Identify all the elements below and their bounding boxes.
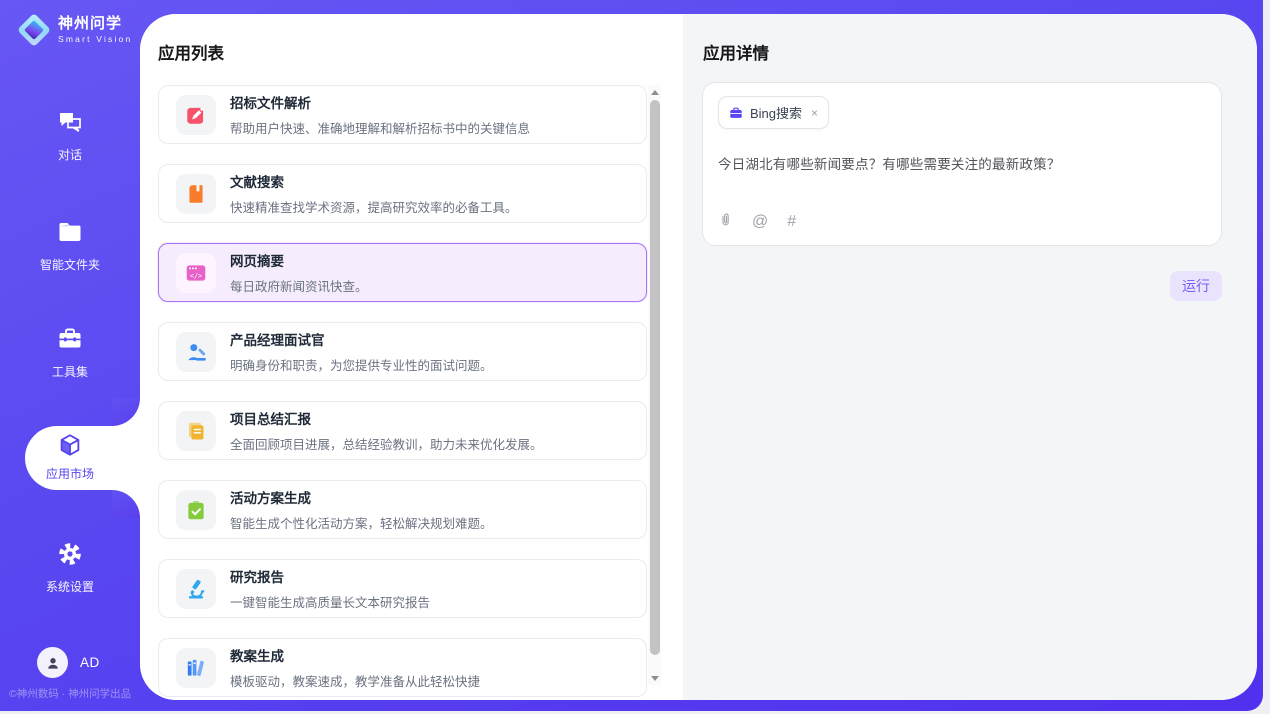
app-list-panel: 应用列表 招标文件解析 帮助用户快速、准确地理解和解析招标书中的关键信息 [140, 14, 683, 700]
avatar [37, 647, 68, 678]
tool-chip-label: Bing搜索 [750, 103, 802, 122]
sidebar-item-label: 工具集 [0, 363, 140, 380]
sidebar-item-label: 系统设置 [0, 578, 140, 595]
app-description: 帮助用户快速、准确地理解和解析招标书中的关键信息 [230, 118, 530, 137]
app-description: 快速精准查找学术资源，提高研究效率的必备工具。 [230, 197, 518, 216]
prompt-composer[interactable]: Bing搜索 × 今日湖北有哪些新闻要点？有哪些需要关注的最新政策？ @ # [702, 82, 1222, 246]
app-description: 全面回顾项目进展，总结经验教训，助力未来优化发展。 [230, 434, 543, 453]
app-name: 研究报告 [230, 566, 430, 586]
app-card-web-summary[interactable]: </> 网页摘要 每日政府新闻资讯快查。 [158, 243, 647, 302]
app-card-pm-interviewer[interactable]: 产品经理面试官 明确身份和职责，为您提供专业性的面试问题。 [158, 322, 647, 381]
scroll-down-arrow[interactable] [648, 671, 661, 685]
app-card-lesson-plan[interactable]: 教案生成 模板驱动，教案速成，教学准备从此轻松快捷 [158, 638, 647, 697]
app-card-literature-search[interactable]: 文献搜索 快速精准查找学术资源，提高研究效率的必备工具。 [158, 164, 647, 223]
app-window: 神州问学 Smart Vision 对话 智能文件夹 [0, 0, 1263, 711]
app-name: 教案生成 [230, 645, 480, 665]
paperclip-icon[interactable] [718, 211, 733, 232]
person-icon [44, 654, 62, 672]
brand-tagline: Smart Vision [58, 35, 132, 44]
sidebar: 神州问学 Smart Vision 对话 智能文件夹 [0, 0, 140, 711]
user-account[interactable]: AD [37, 647, 100, 678]
main-panel: 应用列表 招标文件解析 帮助用户快速、准确地理解和解析招标书中的关键信息 [140, 14, 1257, 700]
sidebar-item-label: 应用市场 [0, 465, 140, 482]
app-name: 招标文件解析 [230, 92, 530, 112]
app-card-project-summary[interactable]: 项目总结汇报 全面回顾项目进展，总结经验教训，助力未来优化发展。 [158, 401, 647, 460]
document-edit-icon [176, 95, 216, 135]
app-name: 网页摘要 [230, 250, 368, 270]
folder-icon [56, 218, 84, 246]
app-detail-title: 应用详情 [703, 40, 769, 64]
briefcase-icon [729, 106, 743, 120]
sidebar-item-label: 智能文件夹 [0, 256, 140, 273]
app-card-research-report[interactable]: 研究报告 一键智能生成高质量长文本研究报告 [158, 559, 647, 618]
app-description: 模板驱动，教案速成，教学准备从此轻松快捷 [230, 671, 480, 690]
brand-name: 神州问学 [58, 16, 132, 32]
close-icon[interactable]: × [811, 106, 818, 120]
interviewer-icon [176, 332, 216, 372]
svg-text:</>: </> [190, 272, 202, 280]
scroll-up-arrow[interactable] [648, 85, 661, 99]
app-card-event-plan[interactable]: 活动方案生成 智能生成个性化活动方案，轻松解决规划难题。 [158, 480, 647, 539]
app-name: 产品经理面试官 [230, 329, 493, 349]
app-name: 文献搜索 [230, 171, 518, 191]
app-list: 招标文件解析 帮助用户快速、准确地理解和解析招标书中的关键信息 文献搜索 [158, 85, 647, 700]
microscope-icon [176, 569, 216, 609]
hash-icon[interactable]: # [787, 214, 796, 230]
book-icon [176, 174, 216, 214]
copyright-text: ©神州数码 · 神州问学出品 [9, 686, 131, 701]
user-name: AD [80, 655, 100, 670]
tool-chip-bing-search[interactable]: Bing搜索 × [718, 96, 829, 129]
app-name: 活动方案生成 [230, 487, 493, 507]
scrollbar-thumb[interactable] [650, 100, 660, 655]
cube-icon [56, 432, 84, 460]
clipboard-check-icon [176, 490, 216, 530]
run-button[interactable]: 运行 [1170, 271, 1222, 301]
gear-icon [56, 540, 84, 568]
app-name: 项目总结汇报 [230, 408, 543, 428]
chat-icon [56, 108, 84, 136]
brand-logo-icon [17, 13, 51, 47]
app-description: 明确身份和职责，为您提供专业性的面试问题。 [230, 355, 493, 374]
app-description: 一键智能生成高质量长文本研究报告 [230, 592, 430, 611]
browser-code-icon: </> [176, 253, 216, 293]
app-detail-panel: 应用详情 Bing搜索 × 今日湖北有哪些新闻要点？有哪些需要关注的最新政策？ [683, 14, 1257, 700]
notes-icon [176, 411, 216, 451]
sidebar-item-smart-folder[interactable]: 智能文件夹 [0, 218, 140, 273]
sidebar-item-label: 对话 [0, 146, 140, 163]
app-description: 每日政府新闻资讯快查。 [230, 276, 368, 295]
app-card-bid-parsing[interactable]: 招标文件解析 帮助用户快速、准确地理解和解析招标书中的关键信息 [158, 85, 647, 144]
briefcase-icon [56, 325, 84, 353]
sidebar-item-toolset[interactable]: 工具集 [0, 325, 140, 380]
app-list-title: 应用列表 [158, 40, 224, 64]
sidebar-item-app-market[interactable]: 应用市场 [0, 432, 140, 482]
at-icon[interactable]: @ [752, 214, 768, 230]
app-description: 智能生成个性化活动方案，轻松解决规划难题。 [230, 513, 493, 532]
brand-logo: 神州问学 Smart Vision [17, 13, 132, 47]
query-text[interactable]: 今日湖北有哪些新闻要点？有哪些需要关注的最新政策？ [718, 153, 1206, 173]
sidebar-item-settings[interactable]: 系统设置 [0, 540, 140, 595]
books-icon [176, 648, 216, 688]
sidebar-item-chat[interactable]: 对话 [0, 108, 140, 163]
list-scrollbar[interactable] [648, 85, 661, 685]
